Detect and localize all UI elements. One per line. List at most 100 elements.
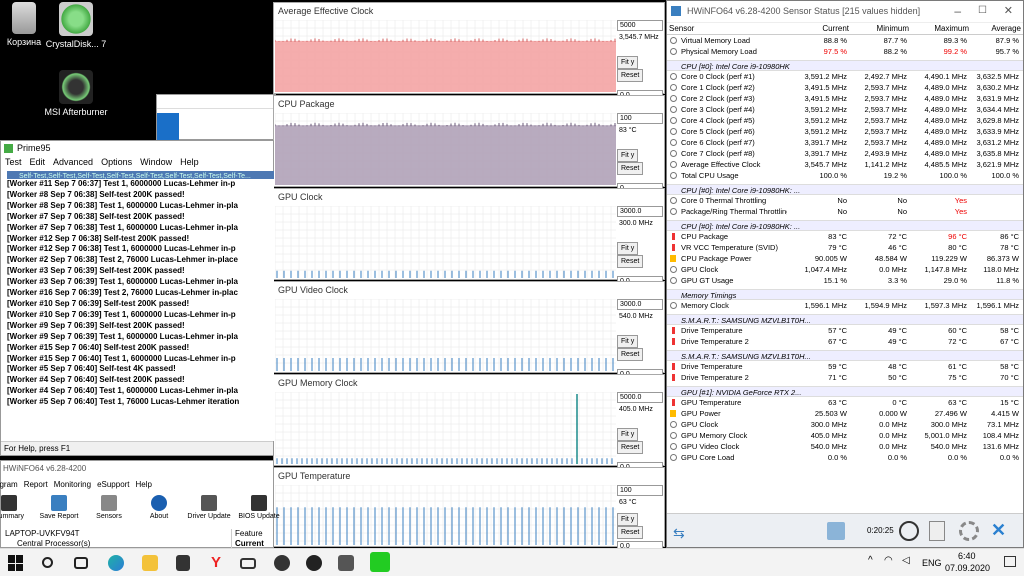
desktop-icon-msi-afterburner[interactable]: MSI Afterburner [44, 70, 108, 117]
wifi-icon[interactable]: ◠ [884, 555, 893, 566]
toolbar-button-2[interactable]: Sensors [87, 495, 131, 529]
toolbar-button-5[interactable]: BIOS Update [237, 495, 281, 529]
prime95-menu-item[interactable]: Edit [30, 155, 46, 169]
sensor-group-header[interactable]: CPU [#0]: Intel Core i9-10980HK: ... [667, 220, 1023, 231]
sensor-group-header[interactable]: S.M.A.R.T.: SAMSUNG MZVLB1T0H... [667, 350, 1023, 361]
xbox-icon[interactable] [306, 555, 322, 571]
sensor-row[interactable]: VR VCC Temperature (SVID) 79 °C 46 °C 80… [667, 242, 1023, 253]
sensor-group-header[interactable]: Memory Timings [667, 289, 1023, 300]
sensor-row[interactable]: GPU Video Clock 540.0 MHz 0.0 MHz 540.0 … [667, 441, 1023, 452]
graph-max-field[interactable]: 5000.0 [617, 392, 663, 403]
language-indicator[interactable]: ENG [922, 558, 942, 568]
header-minimum[interactable]: Minimum [849, 23, 909, 34]
fit-y-button[interactable]: Fit y [617, 149, 639, 162]
sensor-row[interactable]: Core 0 Clock (perf #1) 3,591.2 MHz 2,492… [667, 71, 1023, 82]
prime95-taskbar-icon[interactable] [370, 552, 390, 572]
sensor-row[interactable]: GPU Temperature 63 °C 0 °C 63 °C 15 °C [667, 397, 1023, 408]
sensor-row[interactable]: Physical Memory Load 97.5 % 88.2 % 99.2 … [667, 46, 1023, 57]
sensor-row[interactable]: CPU Package Power 90.005 W 48.584 W 119.… [667, 253, 1023, 264]
graph-max-field[interactable]: 5000 [617, 20, 663, 31]
media-icon[interactable] [274, 555, 290, 571]
prime95-log[interactable]: [Worker #11 Sep 7 06:37] Test 1, 6000000… [7, 179, 274, 441]
tree-root-computer[interactable]: LAPTOP-UVKFV94T [5, 529, 229, 539]
header-maximum[interactable]: Maximum [909, 23, 969, 34]
graph-max-field[interactable]: 100 [617, 113, 663, 124]
store-icon[interactable] [176, 555, 190, 571]
prime95-menu-item[interactable]: Window [140, 155, 172, 169]
sensor-row[interactable]: Total CPU Usage 100.0 % 19.2 % 100.0 % 1… [667, 170, 1023, 181]
sensor-row[interactable]: Core 0 Thermal Throttling No No Yes [667, 195, 1023, 206]
sensor-row[interactable]: Core 6 Clock (perf #7) 3,391.7 MHz 2,593… [667, 137, 1023, 148]
hwinfo-menu-item[interactable]: Monitoring [54, 479, 91, 491]
graph-max-field[interactable]: 3000.0 [617, 206, 663, 217]
notifications-icon[interactable] [1004, 556, 1016, 567]
volume-icon[interactable]: ◁ [902, 555, 910, 566]
graph-max-field[interactable]: 3000.0 [617, 299, 663, 310]
prime95-menu-item[interactable]: Advanced [53, 155, 93, 169]
hwinfo-tree[interactable]: LAPTOP-UVKFV94T Central Processor(s) [1, 529, 229, 549]
sensor-row[interactable]: Drive Temperature 57 °C 49 °C 60 °C 58 °… [667, 325, 1023, 336]
sensor-row[interactable]: Core 2 Clock (perf #3) 3,491.5 MHz 2,593… [667, 93, 1023, 104]
reset-button[interactable]: Reset [617, 526, 644, 539]
sensor-group-header[interactable]: CPU [#0]: Intel Core i9-10980HK: ... [667, 184, 1023, 195]
graph-max-field[interactable]: 100 [617, 485, 663, 496]
hwinfo-menu-item[interactable]: Help [136, 479, 152, 491]
file-explorer-icon[interactable] [142, 555, 158, 571]
header-sensor[interactable]: Sensor [669, 23, 789, 34]
sensor-row[interactable]: GPU GT Usage 15.1 % 3.3 % 29.0 % 11.8 % [667, 275, 1023, 286]
windows-start-icon[interactable] [8, 555, 24, 571]
hwinfo-menu-item[interactable]: Program [0, 479, 18, 491]
sensor-row[interactable]: Core 1 Clock (perf #2) 3,491.5 MHz 2,593… [667, 82, 1023, 93]
sensor-table-body[interactable]: Virtual Memory Load 88.8 % 87.7 % 89.3 %… [667, 35, 1023, 515]
sensor-row[interactable]: Drive Temperature 59 °C 48 °C 61 °C 58 °… [667, 361, 1023, 372]
sensor-row[interactable]: CPU Package 83 °C 72 °C 96 °C 86 °C [667, 231, 1023, 242]
sensor-row[interactable]: Core 7 Clock (perf #8) 3,391.7 MHz 2,493… [667, 148, 1023, 159]
tray-chevron-icon[interactable]: ^ [868, 555, 873, 566]
sensor-row[interactable]: Memory Clock 1,596.1 MHz 1,594.9 MHz 1,5… [667, 300, 1023, 311]
prime95-menu-item[interactable]: Options [101, 155, 132, 169]
sensor-row[interactable]: Core 5 Clock (perf #6) 3,591.2 MHz 2,593… [667, 126, 1023, 137]
hwinfo-taskbar-icon[interactable] [338, 555, 354, 571]
sensor-row[interactable]: GPU Power 25.503 W 0.000 W 27.496 W 4.41… [667, 408, 1023, 419]
prime95-menu-item[interactable]: Help [180, 155, 199, 169]
sensor-row[interactable]: GPU Clock 1,047.4 MHz 0.0 MHz 1,147.8 MH… [667, 264, 1023, 275]
nav-arrows-icon[interactable]: ⇆ [673, 525, 685, 542]
reset-button[interactable]: Reset [617, 162, 644, 175]
reset-button[interactable]: Reset [617, 441, 644, 454]
hwinfo-menu-item[interactable]: Report [24, 479, 48, 491]
sensor-row[interactable]: Core 4 Clock (perf #5) 3,591.2 MHz 2,593… [667, 115, 1023, 126]
fit-y-button[interactable]: Fit y [617, 56, 639, 69]
report-icon[interactable] [929, 521, 945, 541]
desktop-icon-crystaldisk[interactable]: CrystalDisk... 7 [44, 2, 108, 49]
minimize-button[interactable]: – [954, 1, 961, 21]
toolbar-button-4[interactable]: Driver Update [187, 495, 231, 529]
sensor-row[interactable]: Average Effective Clock 3,545.7 MHz 1,14… [667, 159, 1023, 170]
task-view-icon[interactable] [74, 557, 88, 569]
fit-y-button[interactable]: Fit y [617, 428, 639, 441]
toolbar-button-0[interactable]: Summary [0, 495, 31, 529]
reset-button[interactable]: Reset [617, 348, 644, 361]
sensor-group-header[interactable]: CPU [#0]: Intel Core i9-10980HK [667, 60, 1023, 71]
sensor-row[interactable]: Drive Temperature 2 67 °C 49 °C 72 °C 67… [667, 336, 1023, 347]
mail-icon[interactable] [240, 558, 256, 569]
sensor-row[interactable]: GPU Clock 300.0 MHz 0.0 MHz 300.0 MHz 73… [667, 419, 1023, 430]
sensor-group-header[interactable]: GPU [#1]: NVIDIA GeForce RTX 2... [667, 386, 1023, 397]
prime95-menu-item[interactable]: Test [5, 155, 22, 169]
sensor-row[interactable]: Core 3 Clock (perf #4) 3,591.2 MHz 2,593… [667, 104, 1023, 115]
close-sensors-icon[interactable]: ✕ [991, 520, 1006, 541]
reset-button[interactable]: Reset [617, 69, 644, 82]
reset-button[interactable]: Reset [617, 255, 644, 268]
sensor-row[interactable]: GPU Core Load 0.0 % 0.0 % 0.0 % 0.0 % [667, 452, 1023, 463]
header-current[interactable]: Current [789, 23, 849, 34]
sensor-row[interactable]: Drive Temperature 2 71 °C 50 °C 75 °C 70… [667, 372, 1023, 383]
settings-icon[interactable] [959, 521, 979, 541]
toolbar-button-3[interactable]: About [137, 495, 181, 529]
edge-icon[interactable] [108, 555, 124, 571]
clock-time[interactable]: 6:40 [958, 551, 976, 561]
network-icon[interactable] [827, 522, 845, 540]
clock-date[interactable]: 07.09.2020 [945, 563, 990, 573]
sensor-group-header[interactable]: S.M.A.R.T.: SAMSUNG MZVLB1T0H... [667, 314, 1023, 325]
clock-icon[interactable] [899, 521, 919, 541]
toolbar-button-1[interactable]: Save Report [37, 495, 81, 529]
fit-y-button[interactable]: Fit y [617, 242, 639, 255]
